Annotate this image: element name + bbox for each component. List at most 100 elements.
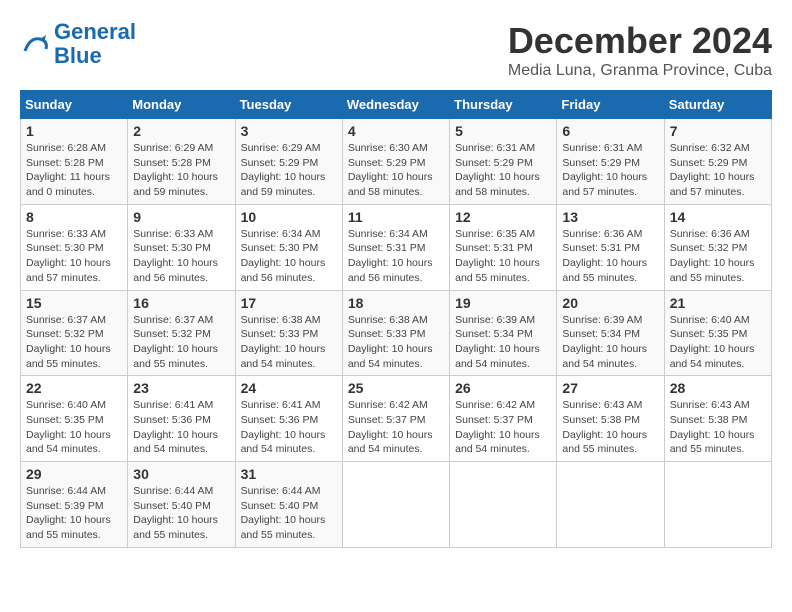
day-number: 26 — [455, 380, 551, 396]
calendar-cell: 22 Sunrise: 6:40 AM Sunset: 5:35 PM Dayl… — [21, 376, 128, 462]
day-number: 10 — [241, 209, 337, 225]
week-row-4: 22 Sunrise: 6:40 AM Sunset: 5:35 PM Dayl… — [21, 376, 772, 462]
weekday-header-saturday: Saturday — [664, 91, 771, 119]
day-number: 6 — [562, 123, 658, 139]
week-row-5: 29 Sunrise: 6:44 AM Sunset: 5:39 PM Dayl… — [21, 462, 772, 548]
calendar-cell: 13 Sunrise: 6:36 AM Sunset: 5:31 PM Dayl… — [557, 204, 664, 290]
calendar-cell: 17 Sunrise: 6:38 AM Sunset: 5:33 PM Dayl… — [235, 290, 342, 376]
day-number: 24 — [241, 380, 337, 396]
calendar-cell: 26 Sunrise: 6:42 AM Sunset: 5:37 PM Dayl… — [450, 376, 557, 462]
day-number: 5 — [455, 123, 551, 139]
calendar-cell: 16 Sunrise: 6:37 AM Sunset: 5:32 PM Dayl… — [128, 290, 235, 376]
day-info: Sunrise: 6:31 AM Sunset: 5:29 PM Dayligh… — [455, 141, 551, 200]
day-number: 29 — [26, 466, 122, 482]
day-info: Sunrise: 6:41 AM Sunset: 5:36 PM Dayligh… — [133, 398, 229, 457]
weekday-header-wednesday: Wednesday — [342, 91, 449, 119]
day-info: Sunrise: 6:39 AM Sunset: 5:34 PM Dayligh… — [562, 313, 658, 372]
calendar-cell: 20 Sunrise: 6:39 AM Sunset: 5:34 PM Dayl… — [557, 290, 664, 376]
day-info: Sunrise: 6:34 AM Sunset: 5:31 PM Dayligh… — [348, 227, 444, 286]
day-number: 7 — [670, 123, 766, 139]
calendar-cell: 3 Sunrise: 6:29 AM Sunset: 5:29 PM Dayli… — [235, 119, 342, 205]
weekday-header-monday: Monday — [128, 91, 235, 119]
calendar-table: SundayMondayTuesdayWednesdayThursdayFrid… — [20, 90, 772, 548]
day-info: Sunrise: 6:33 AM Sunset: 5:30 PM Dayligh… — [133, 227, 229, 286]
day-info: Sunrise: 6:40 AM Sunset: 5:35 PM Dayligh… — [26, 398, 122, 457]
calendar-cell: 24 Sunrise: 6:41 AM Sunset: 5:36 PM Dayl… — [235, 376, 342, 462]
day-info: Sunrise: 6:36 AM Sunset: 5:31 PM Dayligh… — [562, 227, 658, 286]
day-info: Sunrise: 6:39 AM Sunset: 5:34 PM Dayligh… — [455, 313, 551, 372]
day-number: 25 — [348, 380, 444, 396]
weekday-header-row: SundayMondayTuesdayWednesdayThursdayFrid… — [21, 91, 772, 119]
calendar-cell: 29 Sunrise: 6:44 AM Sunset: 5:39 PM Dayl… — [21, 462, 128, 548]
day-info: Sunrise: 6:42 AM Sunset: 5:37 PM Dayligh… — [348, 398, 444, 457]
day-info: Sunrise: 6:34 AM Sunset: 5:30 PM Dayligh… — [241, 227, 337, 286]
calendar-cell: 12 Sunrise: 6:35 AM Sunset: 5:31 PM Dayl… — [450, 204, 557, 290]
calendar-cell: 4 Sunrise: 6:30 AM Sunset: 5:29 PM Dayli… — [342, 119, 449, 205]
day-number: 11 — [348, 209, 444, 225]
day-info: Sunrise: 6:38 AM Sunset: 5:33 PM Dayligh… — [241, 313, 337, 372]
calendar-cell: 30 Sunrise: 6:44 AM Sunset: 5:40 PM Dayl… — [128, 462, 235, 548]
calendar-cell: 23 Sunrise: 6:41 AM Sunset: 5:36 PM Dayl… — [128, 376, 235, 462]
day-number: 12 — [455, 209, 551, 225]
day-number: 27 — [562, 380, 658, 396]
day-info: Sunrise: 6:37 AM Sunset: 5:32 PM Dayligh… — [26, 313, 122, 372]
calendar-cell: 21 Sunrise: 6:40 AM Sunset: 5:35 PM Dayl… — [664, 290, 771, 376]
day-number: 28 — [670, 380, 766, 396]
logo-text: General Blue — [54, 20, 136, 68]
header: General Blue December 2024 Media Luna, G… — [20, 20, 772, 80]
day-number: 18 — [348, 295, 444, 311]
day-info: Sunrise: 6:40 AM Sunset: 5:35 PM Dayligh… — [670, 313, 766, 372]
day-number: 4 — [348, 123, 444, 139]
day-info: Sunrise: 6:43 AM Sunset: 5:38 PM Dayligh… — [562, 398, 658, 457]
day-number: 17 — [241, 295, 337, 311]
day-number: 31 — [241, 466, 337, 482]
week-row-3: 15 Sunrise: 6:37 AM Sunset: 5:32 PM Dayl… — [21, 290, 772, 376]
day-info: Sunrise: 6:29 AM Sunset: 5:28 PM Dayligh… — [133, 141, 229, 200]
day-info: Sunrise: 6:43 AM Sunset: 5:38 PM Dayligh… — [670, 398, 766, 457]
calendar-cell: 27 Sunrise: 6:43 AM Sunset: 5:38 PM Dayl… — [557, 376, 664, 462]
calendar-cell: 11 Sunrise: 6:34 AM Sunset: 5:31 PM Dayl… — [342, 204, 449, 290]
day-number: 23 — [133, 380, 229, 396]
day-info: Sunrise: 6:36 AM Sunset: 5:32 PM Dayligh… — [670, 227, 766, 286]
day-info: Sunrise: 6:35 AM Sunset: 5:31 PM Dayligh… — [455, 227, 551, 286]
day-number: 16 — [133, 295, 229, 311]
calendar-cell: 15 Sunrise: 6:37 AM Sunset: 5:32 PM Dayl… — [21, 290, 128, 376]
weekday-header-friday: Friday — [557, 91, 664, 119]
day-number: 9 — [133, 209, 229, 225]
week-row-2: 8 Sunrise: 6:33 AM Sunset: 5:30 PM Dayli… — [21, 204, 772, 290]
location-title: Media Luna, Granma Province, Cuba — [508, 62, 772, 80]
weekday-header-tuesday: Tuesday — [235, 91, 342, 119]
calendar-cell: 14 Sunrise: 6:36 AM Sunset: 5:32 PM Dayl… — [664, 204, 771, 290]
calendar-cell: 9 Sunrise: 6:33 AM Sunset: 5:30 PM Dayli… — [128, 204, 235, 290]
logo-icon — [20, 29, 50, 59]
calendar-cell — [557, 462, 664, 548]
calendar-cell: 10 Sunrise: 6:34 AM Sunset: 5:30 PM Dayl… — [235, 204, 342, 290]
calendar-cell: 18 Sunrise: 6:38 AM Sunset: 5:33 PM Dayl… — [342, 290, 449, 376]
day-number: 30 — [133, 466, 229, 482]
day-info: Sunrise: 6:33 AM Sunset: 5:30 PM Dayligh… — [26, 227, 122, 286]
day-info: Sunrise: 6:44 AM Sunset: 5:40 PM Dayligh… — [133, 484, 229, 543]
day-info: Sunrise: 6:41 AM Sunset: 5:36 PM Dayligh… — [241, 398, 337, 457]
calendar-cell: 25 Sunrise: 6:42 AM Sunset: 5:37 PM Dayl… — [342, 376, 449, 462]
day-info: Sunrise: 6:29 AM Sunset: 5:29 PM Dayligh… — [241, 141, 337, 200]
day-info: Sunrise: 6:38 AM Sunset: 5:33 PM Dayligh… — [348, 313, 444, 372]
day-number: 8 — [26, 209, 122, 225]
logo: General Blue — [20, 20, 136, 68]
calendar-cell: 28 Sunrise: 6:43 AM Sunset: 5:38 PM Dayl… — [664, 376, 771, 462]
calendar-cell — [342, 462, 449, 548]
calendar-cell: 8 Sunrise: 6:33 AM Sunset: 5:30 PM Dayli… — [21, 204, 128, 290]
weekday-header-sunday: Sunday — [21, 91, 128, 119]
day-number: 14 — [670, 209, 766, 225]
day-info: Sunrise: 6:30 AM Sunset: 5:29 PM Dayligh… — [348, 141, 444, 200]
month-title: December 2024 — [508, 20, 772, 62]
title-area: December 2024 Media Luna, Granma Provinc… — [508, 20, 772, 80]
calendar-cell: 6 Sunrise: 6:31 AM Sunset: 5:29 PM Dayli… — [557, 119, 664, 205]
day-info: Sunrise: 6:28 AM Sunset: 5:28 PM Dayligh… — [26, 141, 122, 200]
day-number: 19 — [455, 295, 551, 311]
day-info: Sunrise: 6:31 AM Sunset: 5:29 PM Dayligh… — [562, 141, 658, 200]
day-number: 2 — [133, 123, 229, 139]
calendar-cell: 5 Sunrise: 6:31 AM Sunset: 5:29 PM Dayli… — [450, 119, 557, 205]
weekday-header-thursday: Thursday — [450, 91, 557, 119]
day-number: 13 — [562, 209, 658, 225]
calendar-cell: 2 Sunrise: 6:29 AM Sunset: 5:28 PM Dayli… — [128, 119, 235, 205]
